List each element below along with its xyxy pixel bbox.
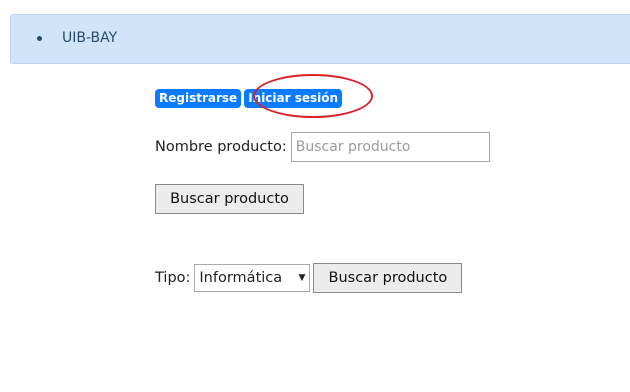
product-name-label: Nombre producto: [155, 139, 287, 155]
auth-links: Registrarse Iniciar sesión [155, 89, 343, 108]
search-by-type-button[interactable]: Buscar producto [313, 263, 463, 293]
top-navbar: UIB-BAY [10, 14, 630, 64]
triangle-down-icon: ▼ [298, 273, 306, 283]
search-by-name-button[interactable]: Buscar producto [155, 184, 304, 214]
nav-item-uib-bay[interactable]: UIB-BAY [37, 30, 117, 46]
type-label: Tipo: [155, 270, 191, 286]
type-select[interactable]: Informática ▼ [194, 264, 311, 292]
type-select-value: Informática [199, 270, 283, 286]
product-name-row: Nombre producto: [155, 132, 490, 162]
nav-brand-label[interactable]: UIB-BAY [62, 30, 117, 46]
product-name-input[interactable] [290, 132, 490, 162]
register-button[interactable]: Registrarse [155, 89, 242, 108]
login-button[interactable]: Iniciar sesión [244, 89, 343, 108]
type-filter-row: Tipo: Informática ▼ Buscar producto [155, 263, 463, 293]
bullet-icon [37, 35, 42, 41]
